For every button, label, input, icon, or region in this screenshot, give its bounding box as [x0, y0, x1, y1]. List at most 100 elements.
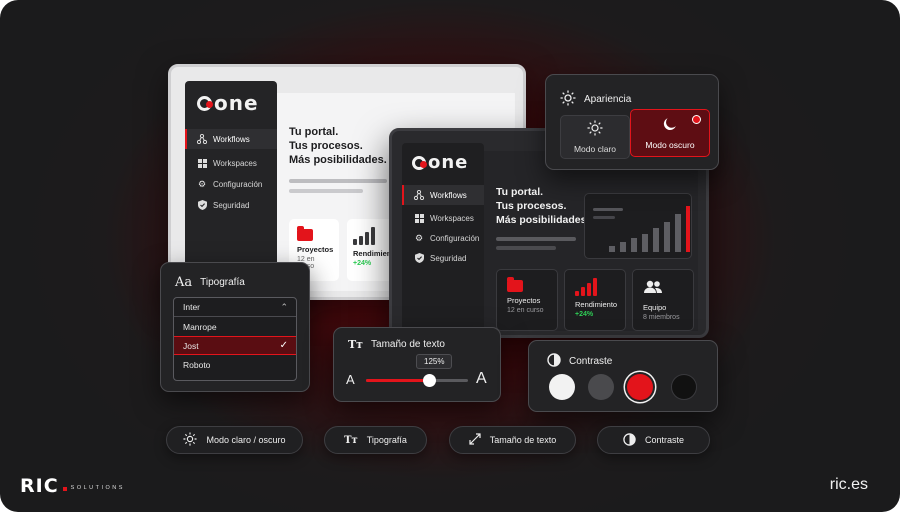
card-proyectos[interactable]: Proyectos 12 en curso: [496, 269, 558, 331]
typography-icon: Aa: [175, 275, 193, 290]
nav-item-seguridad[interactable]: Seguridad: [402, 248, 484, 268]
card-sub: 12 en curso: [507, 307, 544, 314]
text-small-glyph: A: [346, 372, 355, 387]
resize-icon: [469, 433, 481, 447]
nav-item-seguridad[interactable]: Seguridad: [185, 195, 277, 215]
card-rendimiento[interactable]: Rendimiento +24%: [564, 269, 626, 331]
font-select[interactable]: Inter ⌃ Manrope Jost ✓ Roboto: [173, 297, 297, 381]
slider-fill: [366, 379, 430, 382]
nav-item-configuracion[interactable]: ⚙ Configuración: [185, 174, 277, 194]
font-option-manrope[interactable]: Manrope: [174, 317, 296, 336]
appearance-panel: Apariencia Modo claro Modo oscuro: [545, 74, 719, 170]
font-select-current[interactable]: Inter ⌃: [174, 298, 296, 317]
dark-mode-button[interactable]: Modo oscuro: [630, 109, 710, 157]
bar-chart-icon: [575, 278, 615, 296]
font-option-roboto[interactable]: Roboto: [174, 355, 296, 374]
nav-item-workspaces[interactable]: Workspaces: [402, 208, 484, 228]
pill-contrast[interactable]: Contraste: [597, 426, 710, 454]
sun-icon: [560, 90, 576, 109]
slider-thumb[interactable]: [422, 374, 436, 387]
grid-icon: [197, 158, 207, 168]
light-mode-button[interactable]: Modo claro: [560, 115, 630, 159]
light-nav: Workflows Workspaces ⚙ Configuración Seg…: [185, 129, 277, 215]
placeholder-bar: [289, 179, 387, 183]
contrast-swatch-white[interactable]: [549, 374, 575, 400]
contrast-icon: [547, 353, 561, 370]
folder-icon: [297, 226, 313, 241]
card-equipo[interactable]: Equipo 8 miembros: [632, 269, 694, 331]
pill-light-dark-mode[interactable]: Modo claro / oscuro: [166, 426, 303, 454]
font-current-label: Inter: [183, 302, 201, 312]
dark-main: Tu portal. Tus procesos. Más posibilidad…: [484, 151, 698, 331]
gear-icon: ⚙: [414, 232, 424, 243]
dark-headline: Tu portal. Tus procesos. Más posibilidad…: [496, 185, 589, 227]
text-size-icon: Tт: [348, 338, 364, 351]
light-headline: Tu portal. Tus procesos. Más posibilidad…: [289, 125, 387, 167]
card-title: Proyectos: [297, 245, 334, 254]
logo-text: one: [428, 152, 469, 173]
text-icon: Tт: [344, 434, 358, 446]
sun-icon: [587, 120, 603, 138]
moon-icon: [662, 116, 678, 134]
dark-nav: Workflows Workspaces ⚙ Configuración Seg…: [402, 185, 484, 268]
nav-label: Workflows: [213, 134, 250, 144]
nav-item-workflows[interactable]: Workflows: [185, 129, 277, 149]
headline-line: Más posibilidades.: [496, 214, 590, 226]
pill-text-size[interactable]: Tamaño de texto: [449, 426, 576, 454]
headline-line: Más posibilidades.: [289, 154, 387, 166]
placeholder-bar: [289, 189, 363, 193]
text-size-panel: Tт Tamaño de texto 125% A A: [333, 327, 501, 402]
card-title: Rendimiento: [575, 300, 618, 309]
dark-chart-card: [584, 193, 692, 259]
grid-icon: [414, 213, 424, 223]
dark-bar-chart-icon: [609, 206, 690, 252]
footer-brand: RIC SOLUTIONS: [20, 475, 125, 497]
contrast-title: Contraste: [569, 356, 613, 367]
nav-label: Configuración: [430, 233, 480, 243]
logo-dot-icon: [62, 487, 67, 491]
footer-site-link[interactable]: ric.es: [830, 476, 868, 494]
text-size-slider[interactable]: [366, 374, 468, 387]
contrast-swatch-red-selected[interactable]: [627, 374, 653, 400]
contrast-header: Contraste: [547, 353, 612, 370]
appearance-title: Apariencia: [584, 94, 632, 105]
card-sub: +24%: [575, 311, 594, 318]
logo-mark-icon: [197, 95, 213, 111]
card-sub: 8 miembros: [643, 314, 680, 321]
checkmark-icon: ✓: [279, 340, 288, 351]
nav-item-workspaces[interactable]: Workspaces: [185, 153, 277, 173]
nav-label: Workspaces: [213, 158, 257, 168]
contrast-swatch-gray[interactable]: [588, 374, 614, 400]
pill-label: Tipografía: [366, 435, 407, 445]
font-option-label: Roboto: [183, 359, 211, 370]
text-size-header: Tт Tamaño de texto: [348, 338, 445, 351]
nav-item-workflows[interactable]: Workflows: [402, 185, 484, 205]
card-title: Equipo: [643, 303, 667, 312]
font-option-label: Jost: [183, 340, 199, 351]
placeholder-bar: [496, 246, 556, 250]
text-large-glyph: A: [476, 370, 487, 387]
headline-line: Tu portal.: [289, 126, 339, 138]
font-option-label: Manrope: [183, 321, 217, 332]
gear-icon: ⚙: [197, 178, 207, 189]
app-logo: one: [402, 143, 484, 173]
contrast-icon: [623, 432, 636, 448]
contrast-swatch-black[interactable]: [671, 374, 697, 400]
nav-label: Seguridad: [213, 200, 250, 210]
nav-item-configuracion[interactable]: ⚙ Configuración: [402, 228, 484, 248]
shield-icon: [414, 253, 424, 263]
font-option-jost[interactable]: Jost ✓: [174, 336, 296, 355]
sun-icon: [183, 432, 198, 448]
pill-label: Tamaño de texto: [489, 435, 557, 445]
nav-label: Seguridad: [430, 253, 467, 263]
selected-radio-icon: [692, 115, 701, 124]
hero-canvas: one Workflows Workspaces ⚙ Configuración…: [0, 0, 900, 512]
placeholder-bar: [496, 237, 576, 241]
logo-mark-icon: [412, 155, 427, 170]
folder-icon: [507, 277, 523, 292]
appearance-header: Apariencia: [560, 90, 631, 109]
pill-label: Modo claro / oscuro: [206, 435, 286, 445]
headline-line: Tus procesos.: [496, 200, 567, 212]
pill-typography[interactable]: Tт Tipografía: [324, 426, 427, 454]
pill-label: Contraste: [644, 435, 685, 445]
